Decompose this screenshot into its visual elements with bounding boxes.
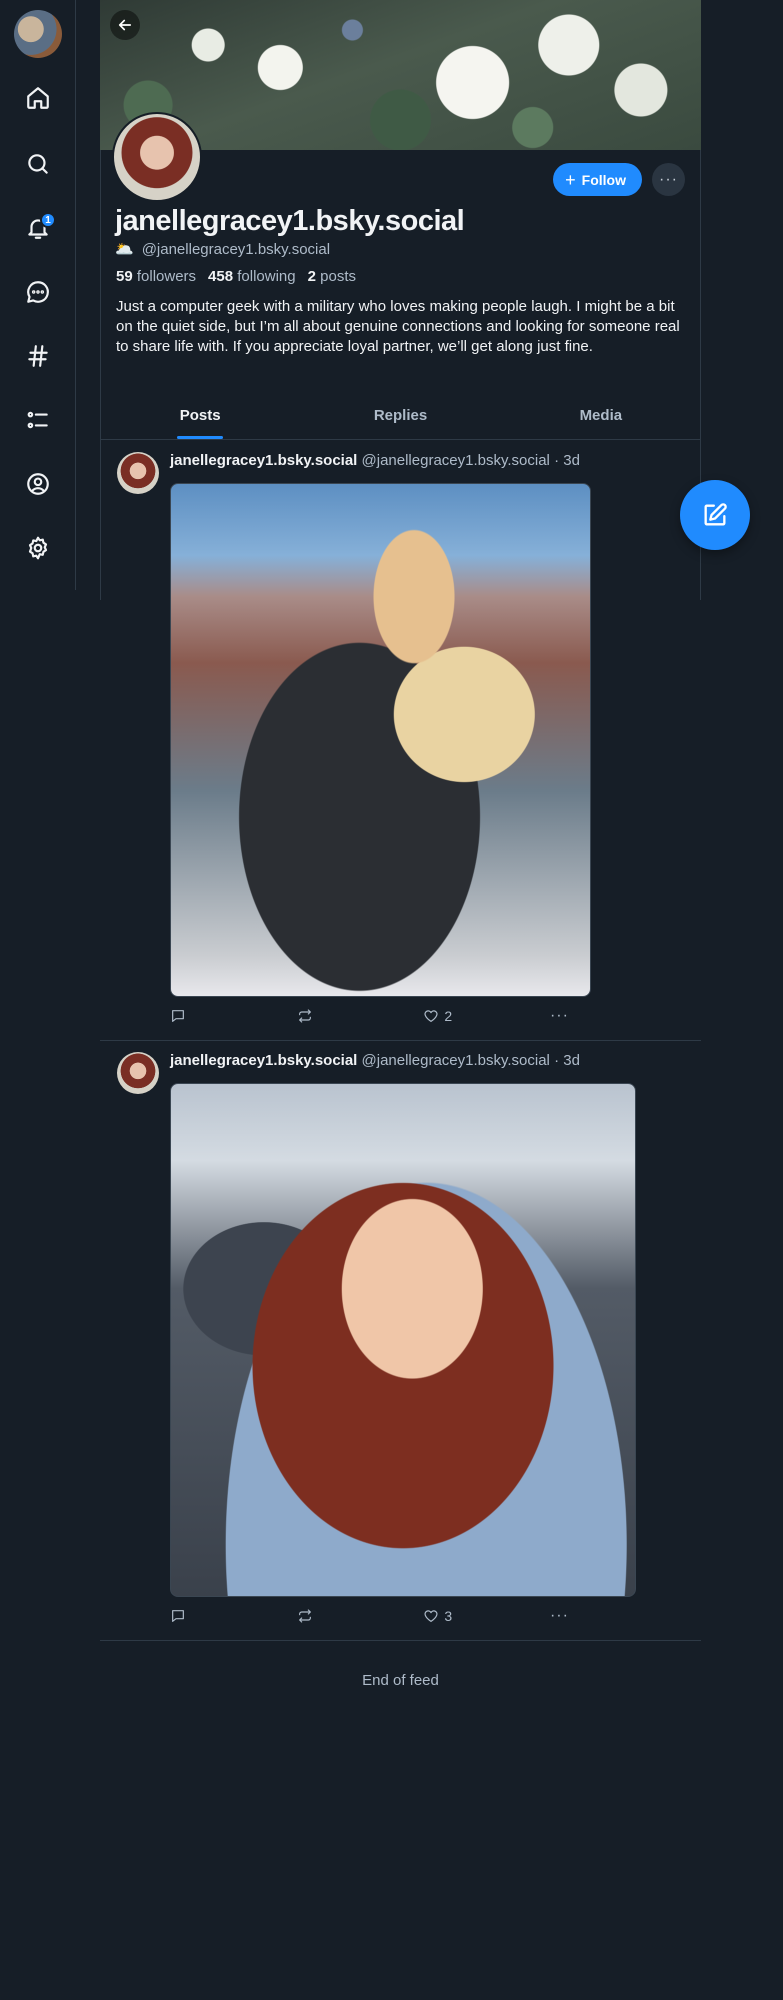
post-more-button[interactable]: ··· bbox=[550, 1007, 580, 1025]
post-actions: 3 ··· bbox=[170, 1607, 580, 1625]
follow-label: Follow bbox=[581, 171, 626, 188]
bell-icon[interactable]: 1 bbox=[20, 210, 56, 246]
hash-icon[interactable] bbox=[20, 338, 56, 374]
post-handle: @janellegracey1.bsky.social bbox=[361, 452, 550, 469]
home-icon[interactable] bbox=[20, 80, 56, 116]
profile-tabs: Posts Replies Media bbox=[100, 398, 701, 440]
following-count: 458 bbox=[208, 268, 234, 285]
profile-column: + Follow ··· janellegracey1.bsky.social … bbox=[100, 0, 701, 1641]
post-header: janellegracey1.bsky.social @janellegrace… bbox=[170, 452, 580, 469]
posts-count: 2 bbox=[307, 268, 316, 285]
profile-handle: @janellegracey1.bsky.social bbox=[141, 240, 331, 258]
following-label: following bbox=[237, 268, 296, 285]
left-nav: 1 bbox=[0, 0, 76, 590]
chat-icon[interactable] bbox=[20, 274, 56, 310]
following-stat[interactable]: 458 following bbox=[208, 268, 296, 285]
gear-icon[interactable] bbox=[20, 530, 56, 566]
like-button[interactable]: 3 bbox=[423, 1608, 453, 1624]
post-handle: @janellegracey1.bsky.social bbox=[361, 1052, 550, 1069]
followers-stat[interactable]: 59 followers bbox=[116, 268, 196, 285]
reply-button[interactable] bbox=[170, 1008, 200, 1024]
profile-stats: 59 followers 458 following 2 posts bbox=[116, 268, 356, 285]
heart-icon bbox=[424, 1610, 438, 1622]
post-avatar[interactable] bbox=[117, 1052, 159, 1094]
compose-icon bbox=[704, 503, 727, 526]
like-count: 3 bbox=[444, 1608, 453, 1624]
back-button[interactable] bbox=[110, 10, 140, 40]
profile-bio: Just a computer geek with a military who… bbox=[116, 298, 680, 355]
follow-button[interactable]: + Follow bbox=[553, 163, 642, 196]
followers-count: 59 bbox=[116, 268, 133, 285]
followers-label: followers bbox=[136, 268, 197, 285]
notification-badge: 1 bbox=[40, 212, 56, 228]
tab-posts[interactable]: Posts bbox=[100, 398, 300, 439]
reply-icon bbox=[172, 1010, 184, 1022]
tab-media[interactable]: Media bbox=[501, 398, 701, 439]
post-avatar[interactable] bbox=[117, 452, 159, 494]
like-count: 2 bbox=[444, 1008, 453, 1024]
end-of-feed: End of feed bbox=[362, 1672, 439, 1689]
arrow-left-icon bbox=[118, 19, 132, 31]
tab-replies[interactable]: Replies bbox=[300, 398, 500, 439]
like-button[interactable]: 2 bbox=[423, 1008, 453, 1024]
post-author[interactable]: janellegracey1.bsky.social bbox=[170, 1052, 357, 1069]
repost-icon bbox=[298, 1009, 311, 1023]
compose-button[interactable] bbox=[680, 480, 750, 550]
profile-actions: + Follow ··· bbox=[553, 163, 685, 196]
more-options-button[interactable]: ··· bbox=[652, 163, 685, 196]
post-time: · 3d bbox=[554, 1052, 580, 1069]
post-image[interactable] bbox=[170, 483, 591, 997]
post-actions: 2 ··· bbox=[170, 1007, 580, 1025]
post-more-button[interactable]: ··· bbox=[550, 1607, 580, 1625]
feed-post[interactable]: janellegracey1.bsky.social @janellegrace… bbox=[100, 1041, 701, 1641]
sun-cloud-icon: 🌥️ bbox=[115, 241, 134, 258]
user-circle-icon[interactable] bbox=[20, 466, 56, 502]
post-header: janellegracey1.bsky.social @janellegrace… bbox=[170, 1052, 580, 1069]
plus-icon: + bbox=[565, 169, 576, 190]
reply-icon bbox=[172, 1610, 184, 1622]
repost-button[interactable] bbox=[297, 1008, 327, 1024]
repost-icon bbox=[298, 1609, 311, 1623]
post-image[interactable] bbox=[170, 1083, 636, 1597]
profile-avatar[interactable] bbox=[112, 112, 202, 202]
feed-post[interactable]: janellegracey1.bsky.social @janellegrace… bbox=[100, 441, 701, 1041]
repost-button[interactable] bbox=[297, 1608, 327, 1624]
list-icon[interactable] bbox=[20, 402, 56, 438]
display-name: janellegracey1.bsky.social bbox=[115, 205, 465, 237]
handle-row: 🌥️ @janellegracey1.bsky.social bbox=[115, 240, 331, 259]
post-time: · 3d bbox=[554, 452, 580, 469]
user-avatar[interactable] bbox=[14, 10, 62, 58]
posts-label: posts bbox=[320, 268, 356, 285]
posts-stat: 2 posts bbox=[308, 268, 356, 285]
reply-button[interactable] bbox=[170, 1608, 200, 1624]
search-icon[interactable] bbox=[20, 146, 56, 182]
post-author[interactable]: janellegracey1.bsky.social bbox=[170, 452, 357, 469]
heart-icon bbox=[424, 1010, 438, 1022]
